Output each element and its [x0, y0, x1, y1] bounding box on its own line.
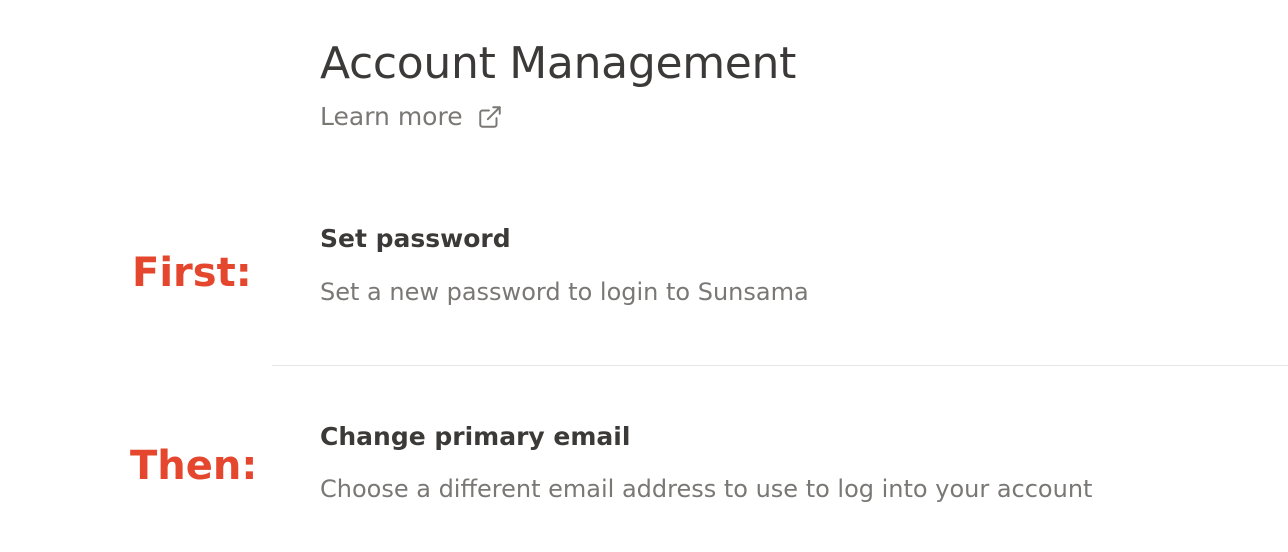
change-primary-email-description: Choose a different email address to use …: [320, 475, 1093, 503]
annotation-first: First:: [132, 250, 252, 296]
divider: [272, 365, 1288, 366]
set-password-title[interactable]: Set password: [320, 224, 511, 253]
external-link-icon: [477, 104, 503, 130]
page-title: Account Management: [320, 38, 797, 89]
learn-more-link[interactable]: Learn more: [320, 102, 503, 131]
learn-more-label: Learn more: [320, 102, 463, 131]
annotation-then: Then:: [130, 443, 258, 489]
set-password-description: Set a new password to login to Sunsama: [320, 278, 809, 306]
change-primary-email-title[interactable]: Change primary email: [320, 422, 630, 451]
